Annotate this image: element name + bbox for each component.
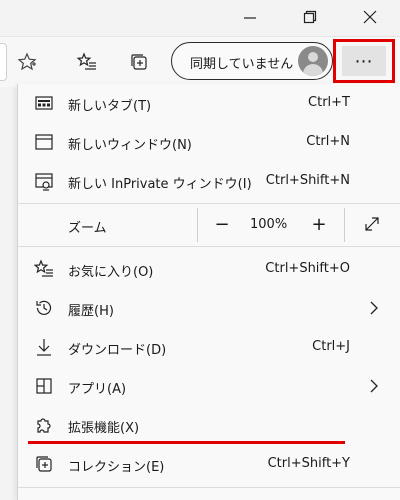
zoom-in-button[interactable]: + — [301, 208, 337, 240]
collections-icon — [36, 456, 52, 472]
new-tab-icon — [35, 96, 53, 110]
menu-item-new-tab[interactable]: 新しいタブ(T) Ctrl+T — [18, 84, 400, 122]
minimize-button[interactable] — [220, 0, 280, 34]
menu-item-shortcut: Ctrl+J — [312, 339, 350, 354]
avatar-icon — [298, 46, 328, 76]
menu-item-history[interactable]: 履歴(H) — [18, 289, 400, 327]
menu-divider — [18, 487, 400, 488]
extensions-icon — [37, 418, 51, 433]
menu-item-shortcut: Ctrl+Shift+N — [265, 173, 350, 188]
zoom-row: ズーム − 100% + — [18, 204, 400, 246]
profile-sync-button[interactable]: 同期していません — [171, 42, 333, 80]
chevron-right-icon — [370, 379, 378, 393]
zoom-divider — [344, 208, 345, 242]
fullscreen-icon — [365, 217, 379, 231]
menu-item-label: 新しい InPrivate ウィンドウ(I) — [68, 177, 252, 192]
menu-item-shortcut: Ctrl+Shift+O — [265, 261, 350, 276]
collections-icon — [131, 54, 147, 70]
window-controls — [220, 0, 400, 36]
menu-item-shortcut: Ctrl+T — [308, 95, 350, 110]
menu-item-label: お気に入り(O) — [68, 265, 154, 280]
star-icon — [17, 52, 37, 71]
history-icon — [36, 300, 52, 315]
apps-icon — [36, 378, 52, 394]
menu-item-label: 新しいウィンドウ(N) — [68, 138, 192, 153]
menu-divider — [18, 246, 400, 247]
fullscreen-button[interactable] — [354, 208, 390, 240]
menu-item-label: アプリ(A) — [68, 382, 127, 397]
favorites-button[interactable] — [72, 47, 102, 77]
menu-item-label: 新しいタブ(T) — [68, 99, 152, 114]
menu-item-apps[interactable]: アプリ(A) — [18, 367, 400, 405]
browser-toolbar: 同期していません ⋯ — [0, 36, 400, 87]
menu-item-shortcut: Ctrl+Shift+Y — [267, 456, 350, 471]
close-icon — [363, 10, 377, 24]
minimize-icon — [244, 17, 256, 19]
menu-item-extensions[interactable]: 拡張機能(X) — [18, 406, 400, 444]
settings-menu: 新しいタブ(T) Ctrl+T 新しいウィンドウ(N) Ctrl+N 新しい I… — [17, 84, 400, 500]
favorites-list-icon — [77, 52, 96, 70]
menu-item-label: 履歴(H) — [68, 304, 114, 319]
address-bar-edge[interactable] — [0, 43, 7, 81]
zoom-out-button[interactable]: − — [204, 208, 240, 240]
menu-item-collections[interactable]: コレクション(E) Ctrl+Shift+Y — [18, 445, 400, 483]
settings-and-more-button[interactable]: ⋯ — [333, 39, 395, 83]
chevron-right-icon — [370, 301, 378, 315]
menu-item-shortcut: Ctrl+N — [306, 134, 350, 149]
menu-item-label: ダウンロード(D) — [68, 343, 167, 358]
inprivate-icon — [35, 173, 53, 191]
extensions-highlight-underline — [28, 441, 345, 444]
menu-item-downloads[interactable]: ダウンロード(D) Ctrl+J — [18, 328, 400, 366]
collections-button[interactable] — [124, 47, 154, 77]
menu-item-new-window[interactable]: 新しいウィンドウ(N) Ctrl+N — [18, 123, 400, 161]
add-favorite-button[interactable] — [12, 47, 42, 77]
new-window-icon — [35, 134, 53, 150]
zoom-divider — [197, 208, 198, 242]
zoom-label: ズーム — [68, 221, 107, 236]
menu-item-label: コレクション(E) — [68, 460, 165, 475]
download-icon — [37, 339, 51, 356]
close-button[interactable] — [340, 0, 400, 34]
menu-item-label: 拡張機能(X) — [68, 421, 140, 436]
restore-button[interactable] — [280, 0, 340, 34]
menu-item-favorites[interactable]: お気に入り(O) Ctrl+Shift+O — [18, 250, 400, 288]
sync-status-label: 同期していません — [190, 57, 294, 72]
restore-icon — [303, 10, 317, 24]
menu-item-inprivate-window[interactable]: 新しい InPrivate ウィンドウ(I) Ctrl+Shift+N — [18, 162, 400, 200]
more-icon: ⋯ — [342, 46, 386, 76]
favorites-icon — [34, 259, 53, 277]
zoom-level: 100% — [250, 217, 288, 232]
